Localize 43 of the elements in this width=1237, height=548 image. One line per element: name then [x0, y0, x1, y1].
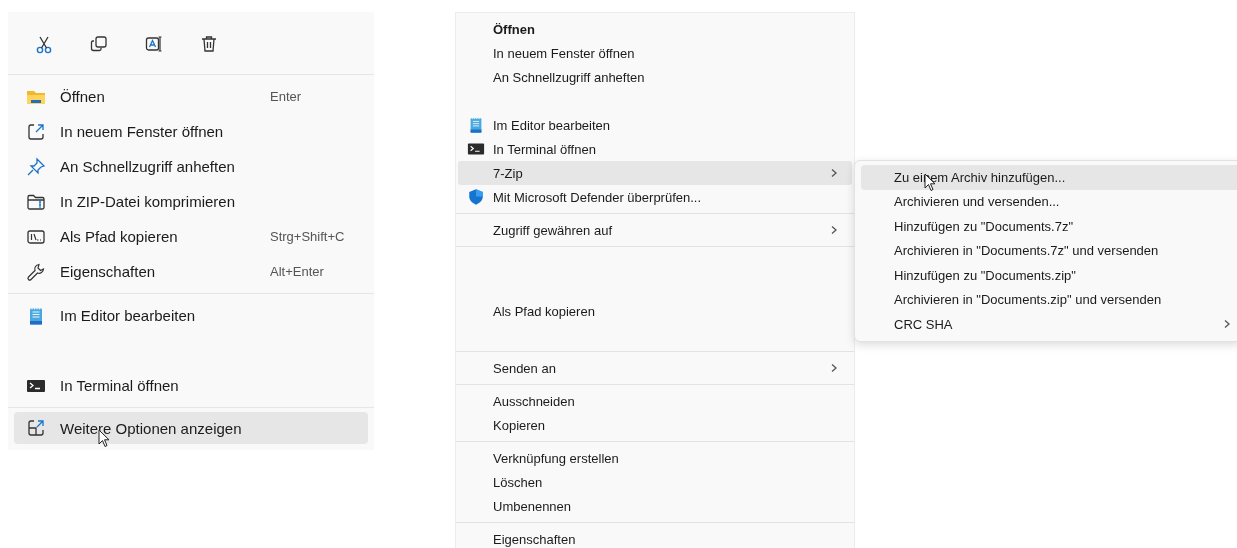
external-link-icon	[26, 121, 46, 142]
copy-icon[interactable]	[89, 34, 109, 54]
menu-item[interactable]: Als Pfad kopieren	[458, 299, 852, 323]
menu-item[interactable]: In Terminal öffnen	[458, 137, 852, 161]
shortcut-text: Enter	[270, 89, 303, 104]
menu-item[interactable]: Öffnen Enter	[14, 79, 368, 114]
menu-item[interactable]: Öffnen	[458, 17, 852, 41]
wrench-icon	[26, 261, 46, 282]
shield-icon	[466, 188, 485, 206]
menu-item[interactable]: In ZIP-Datei komprimieren	[14, 184, 368, 219]
pin-icon	[26, 156, 46, 177]
menu-item[interactable]: Weitere Optionen anzeigen	[14, 412, 368, 444]
menu-item[interactable]: In Terminal öffnen	[14, 368, 368, 403]
menu-item[interactable]: Umbenennen	[458, 494, 852, 518]
menu-item[interactable]: CRC SHA	[861, 312, 1237, 337]
menu-item[interactable]: Kopieren	[458, 413, 852, 437]
expand-icon	[26, 418, 46, 438]
menu-item[interactable]: Archivieren und versenden...	[861, 189, 1237, 214]
trash-icon[interactable]	[199, 34, 219, 54]
menu-item[interactable]: Eigenschaften Alt+Enter	[14, 254, 368, 289]
menu-item[interactable]: Senden an	[458, 356, 852, 380]
menu-item[interactable]: Archivieren in "Documents.zip" und versenden	[861, 287, 1237, 312]
menu-item[interactable]: Im Editor bearbeiten	[458, 113, 852, 137]
menu-item[interactable]: An Schnellzugriff anheften	[14, 149, 368, 184]
cut-icon[interactable]	[34, 34, 54, 54]
menu-item[interactable]: Ausschneiden	[458, 389, 852, 413]
rename-icon[interactable]	[144, 34, 164, 54]
menu-item[interactable]: Hinzufügen zu "Documents.zip"	[861, 263, 1237, 288]
menu-item[interactable]: Zugriff gewähren auf	[458, 218, 852, 242]
menu-item[interactable]: Verknüpfung erstellen	[458, 446, 852, 470]
menu-item[interactable]: Archivieren in "Documents.7z" und versenden	[861, 238, 1237, 263]
menu-item[interactable]: In neuem Fenster öffnen	[14, 114, 368, 149]
shortcut-text: Strg+Shift+C	[270, 229, 346, 244]
menu-item[interactable]: Löschen	[458, 470, 852, 494]
menu-item[interactable]: An Schnellzugriff anheften	[458, 65, 852, 89]
menu-item[interactable]: Im Editor bearbeiten	[14, 298, 368, 333]
shortcut-text: Alt+Enter	[270, 264, 325, 279]
menu-item[interactable]: Hinzufügen zu "Documents.7z"	[861, 214, 1237, 239]
menu-item[interactable]: 7-Zip	[458, 161, 852, 185]
menu-item[interactable]: Mit Microsoft Defender überprüfen...	[458, 185, 852, 209]
menu-item[interactable]: Als Pfad kopieren Strg+Shift+C	[14, 219, 368, 254]
menu-item[interactable]: Eigenschaften	[458, 527, 852, 548]
menu-item[interactable]: In neuem Fenster öffnen	[458, 41, 852, 65]
